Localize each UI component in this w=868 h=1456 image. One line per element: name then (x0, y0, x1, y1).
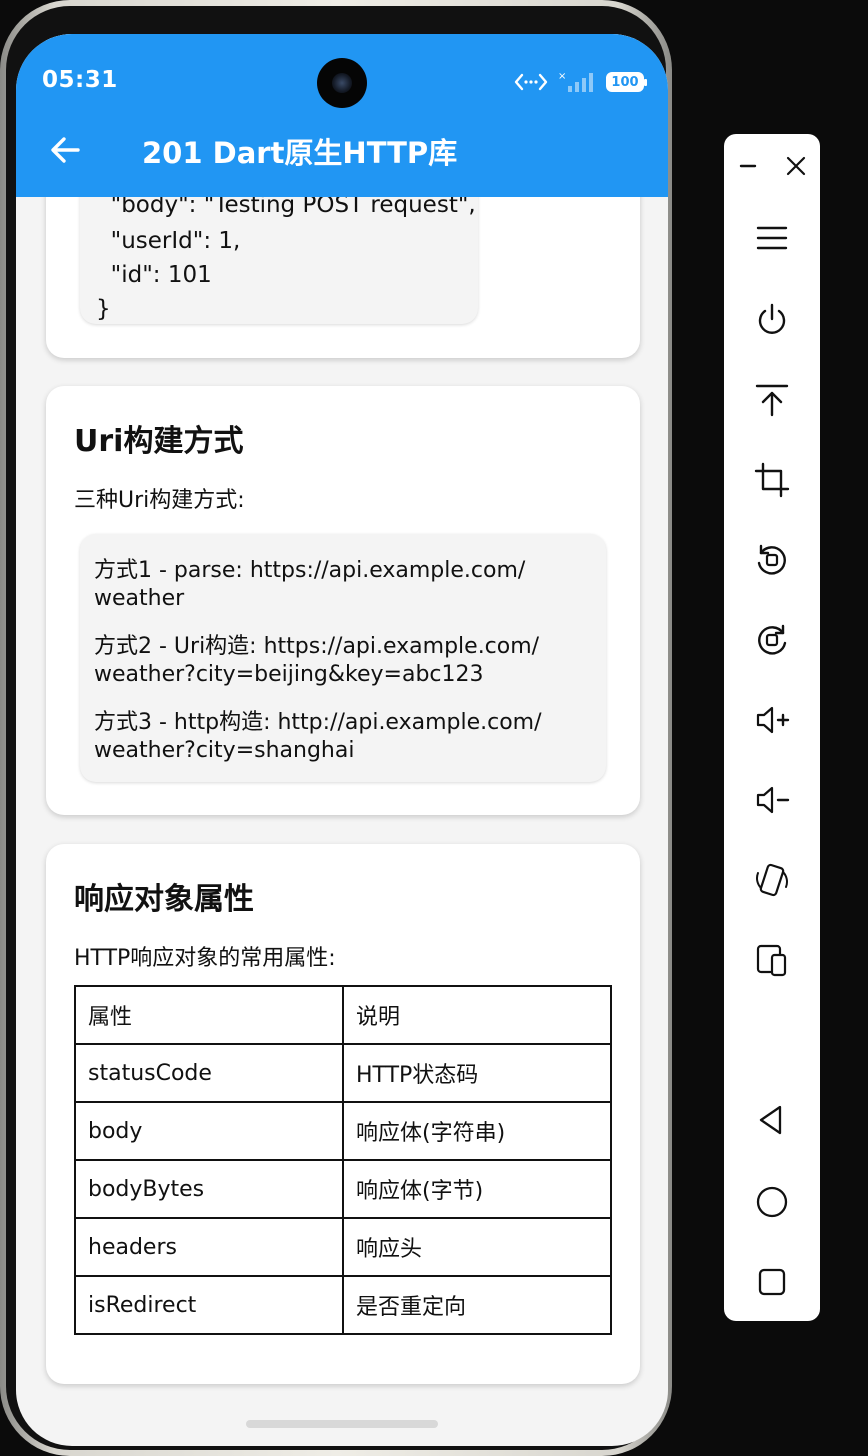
crop-button[interactable] (748, 456, 796, 504)
rotate-left-icon (757, 544, 786, 575)
scroll-content[interactable]: "body": "Testing POST request", "userId"… (16, 34, 668, 1446)
menu-button[interactable] (748, 214, 796, 262)
card-title: Uri构建方式 (74, 424, 244, 459)
table-cell: 响应体(字节) (342, 1159, 612, 1219)
table-cell: 响应体(字符串) (342, 1101, 612, 1161)
card-description: HTTP响应对象的常用属性: (74, 946, 336, 971)
code-line: "id": 101 (96, 262, 212, 288)
svg-text:×: × (558, 71, 566, 82)
nav-back-button[interactable] (748, 1096, 796, 1144)
emulator-toolbar (724, 134, 820, 1321)
table-cell: 是否重定向 (342, 1275, 612, 1335)
uri-build-card: Uri构建方式 三种Uri构建方式: 方式1 - parse: https://… (46, 386, 640, 815)
volume-down-button[interactable] (748, 776, 796, 824)
table-row: body 响应体(字符串) (74, 1101, 612, 1161)
uri-example-line: 方式2 - Uri构造: https://api.example.com/ (94, 634, 540, 659)
table-cell: bodyBytes (74, 1159, 344, 1219)
table-cell: isRedirect (74, 1275, 344, 1335)
status-time: 05:31 (42, 67, 118, 93)
response-props-card: 响应对象属性 HTTP响应对象的常用属性: 属性 说明 statusCode H… (46, 844, 640, 1384)
uri-example-line: weather?city=shanghai (94, 738, 355, 763)
data-transfer-icon (514, 73, 548, 91)
properties-table: 属性 说明 statusCode HTTP状态码 body 响应体(字符串) b… (74, 985, 612, 1335)
uri-example-line: weather (94, 586, 185, 611)
table-cell: HTTP状态码 (342, 1043, 612, 1103)
code-line: "userId": 1, (96, 228, 241, 254)
nav-recents-button[interactable] (748, 1258, 796, 1306)
volume-up-icon (756, 706, 790, 734)
table-cell: statusCode (74, 1043, 344, 1103)
table-cell: 属性 (74, 985, 344, 1045)
menu-icon (756, 226, 788, 250)
table-row: headers 响应头 (74, 1217, 612, 1277)
uri-example-line: 方式3 - http构造: http://api.example.com/ (94, 710, 542, 735)
shake-button[interactable] (748, 856, 796, 904)
card-description: 三种Uri构建方式: (74, 488, 245, 513)
table-cell: 说明 (342, 985, 612, 1045)
multi-device-icon (756, 944, 787, 977)
minimize-icon[interactable] (734, 152, 762, 180)
table-cell: body (74, 1101, 344, 1161)
pin-top-button[interactable] (748, 376, 796, 424)
uri-example-line: weather?city=beijing&key=abc123 (94, 662, 484, 687)
shake-icon (756, 863, 788, 897)
phone-bezel: "body": "Testing POST request", "userId"… (6, 6, 668, 1450)
phone-screen: "body": "Testing POST request", "userId"… (16, 34, 668, 1446)
close-icon[interactable] (782, 152, 810, 180)
rotate-right-icon (758, 624, 787, 655)
volume-down-icon (756, 786, 790, 814)
crop-icon (754, 462, 790, 498)
table-row: isRedirect 是否重定向 (74, 1275, 612, 1335)
app-bar: 05:31 × 100 201 Dart原生HTTP库 (16, 34, 668, 197)
volume-up-button[interactable] (748, 696, 796, 744)
home-indicator[interactable] (246, 1420, 438, 1428)
status-icons: × 100 (514, 70, 647, 94)
rotate-right-button[interactable] (748, 616, 796, 664)
back-arrow-icon[interactable] (48, 132, 84, 168)
table-cell: 响应头 (342, 1217, 612, 1277)
phone-frame: "body": "Testing POST request", "userId"… (0, 0, 672, 1456)
signal-icon: × (558, 71, 593, 92)
multi-device-button[interactable] (748, 936, 796, 984)
power-icon (758, 303, 786, 334)
card-title: 响应对象属性 (74, 882, 254, 917)
recents-icon (758, 1268, 786, 1296)
nav-home-button[interactable] (748, 1178, 796, 1226)
back-icon (759, 1105, 782, 1135)
front-camera (317, 58, 367, 108)
code-line: } (96, 296, 111, 322)
table-row: bodyBytes 响应体(字节) (74, 1159, 612, 1219)
power-button[interactable] (748, 296, 796, 344)
table-cell: headers (74, 1217, 344, 1277)
battery-icon: 100 (606, 72, 647, 92)
uri-example-line: 方式1 - parse: https://api.example.com/ (94, 558, 526, 583)
pin-top-icon (755, 384, 789, 417)
page-title: 201 Dart原生HTTP库 (142, 136, 458, 170)
table-row: 属性 说明 (74, 985, 612, 1045)
home-icon (756, 1186, 788, 1218)
table-row: statusCode HTTP状态码 (74, 1043, 612, 1103)
uri-examples-block: 方式1 - parse: https://api.example.com/ we… (80, 534, 606, 782)
rotate-left-button[interactable] (748, 536, 796, 584)
